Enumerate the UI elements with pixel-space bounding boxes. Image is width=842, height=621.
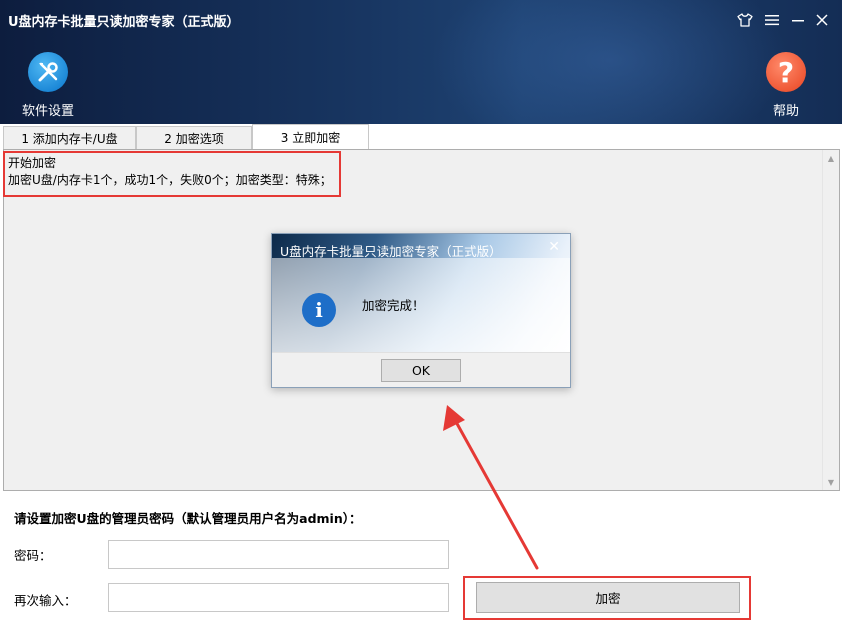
password-label: 密码： bbox=[14, 548, 52, 563]
minimize-icon[interactable] bbox=[787, 9, 809, 31]
ok-button[interactable]: OK bbox=[381, 359, 461, 382]
window-title: U盘内存卡批量只读加密专家（正式版） bbox=[8, 15, 240, 30]
menu-icon[interactable] bbox=[761, 9, 783, 31]
info-icon: i bbox=[302, 293, 336, 327]
tab-encrypt-now[interactable]: 3 立即加密 bbox=[252, 124, 369, 150]
message-dialog: U盘内存卡批量只读加密专家（正式版） ✕ i 加密完成！ OK bbox=[271, 233, 571, 388]
scroll-up-icon[interactable]: ▲ bbox=[823, 150, 839, 166]
dialog-footer: OK bbox=[272, 352, 570, 387]
help-icon: ? bbox=[766, 52, 806, 92]
dialog-title: U盘内存卡批量只读加密专家（正式版） bbox=[280, 244, 502, 259]
encrypt-button[interactable]: 加密 bbox=[476, 582, 740, 613]
annotation-box-log bbox=[3, 151, 341, 197]
dialog-message: 加密完成！ bbox=[362, 298, 425, 313]
header-bar: U盘内存卡批量只读加密专家（正式版） 软件设置 ? 帮助 bbox=[0, 0, 842, 124]
tools-icon bbox=[28, 52, 68, 92]
password-field[interactable] bbox=[108, 540, 449, 569]
app-window: U盘内存卡批量只读加密专家（正式版） 软件设置 ? 帮助 1 添加内存卡/U盘 … bbox=[0, 0, 842, 621]
shirt-icon[interactable] bbox=[734, 9, 756, 31]
confirm-password-field[interactable] bbox=[108, 583, 449, 612]
password-form-heading: 请设置加密U盘的管理员密码（默认管理员用户名为admin）： bbox=[14, 511, 362, 526]
settings-label: 软件设置 bbox=[22, 104, 75, 119]
tab-encrypt-options[interactable]: 2 加密选项 bbox=[136, 126, 252, 149]
tab-add-card[interactable]: 1 添加内存卡/U盘 bbox=[3, 126, 136, 149]
log-scrollbar[interactable]: ▲ ▼ bbox=[822, 150, 839, 490]
help-label: 帮助 bbox=[772, 104, 799, 119]
scroll-down-icon[interactable]: ▼ bbox=[823, 474, 839, 490]
dialog-close-icon[interactable]: ✕ bbox=[548, 239, 560, 255]
close-icon[interactable] bbox=[811, 9, 833, 31]
help-button[interactable]: ? 帮助 bbox=[766, 52, 806, 119]
settings-button[interactable]: 软件设置 bbox=[22, 52, 74, 119]
confirm-password-label: 再次输入： bbox=[14, 593, 77, 608]
tab-bar: 1 添加内存卡/U盘 2 加密选项 3 立即加密 bbox=[0, 124, 842, 150]
